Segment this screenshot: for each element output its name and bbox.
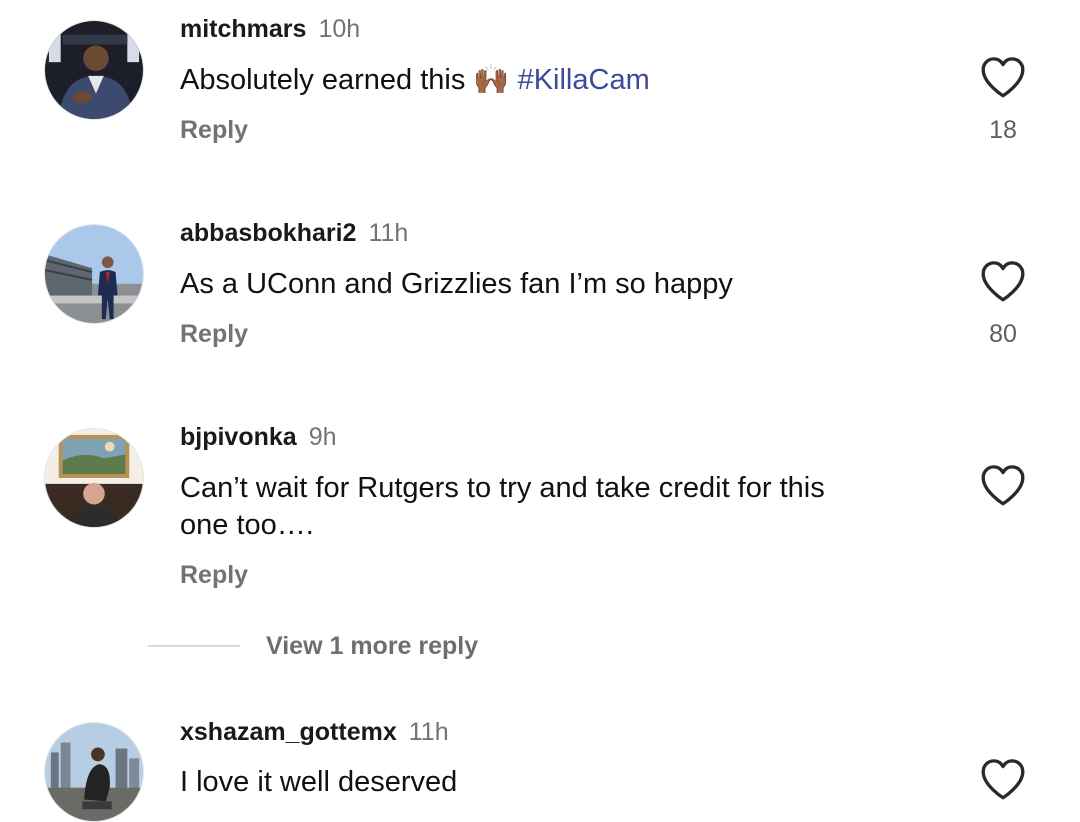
avatar[interactable]: [44, 722, 144, 822]
hashtag-link[interactable]: #KillaCam: [518, 64, 650, 96]
avatar-man-at-stadium-icon: [45, 225, 143, 323]
comment-line: Can’t wait for Rutgers to try and take c…: [180, 472, 825, 504]
comment-text: Can’t wait for Rutgers to try and take c…: [180, 470, 900, 544]
heart-icon: [981, 465, 1025, 506]
like-count: 80: [989, 320, 1017, 348]
comment-text: Absolutely earned this 🙌🏾 #KillaCam: [180, 62, 900, 99]
heart-icon: [981, 261, 1025, 302]
view-more-replies-button[interactable]: View 1 more reply: [148, 628, 478, 664]
comment-meta: xshazam_gottemx 11h: [180, 717, 449, 747]
like-button[interactable]: [978, 462, 1028, 508]
timestamp: 11h: [368, 219, 409, 247]
username[interactable]: bjpivonka: [180, 423, 297, 451]
heart-icon: [981, 759, 1025, 800]
avatar[interactable]: [44, 428, 144, 528]
comment-line: one too….: [180, 509, 314, 541]
reply-button[interactable]: Reply: [180, 116, 248, 145]
like-button[interactable]: [978, 54, 1028, 100]
username[interactable]: abbasbokhari2: [180, 219, 356, 247]
comment-body: Absolutely earned this 🙌🏾: [180, 64, 510, 96]
comment-meta: mitchmars 10h: [180, 14, 360, 44]
thread-divider: [148, 645, 240, 647]
avatar[interactable]: [44, 224, 144, 324]
comment-text: I love it well deserved: [180, 766, 458, 798]
avatar-man-in-suit-icon: [45, 21, 143, 119]
avatar[interactable]: [44, 20, 144, 120]
avatar-man-with-painting-icon: [45, 429, 143, 527]
timestamp: 9h: [308, 423, 337, 451]
like-count: 18: [989, 116, 1017, 144]
reply-button[interactable]: Reply: [180, 320, 248, 349]
timestamp: 10h: [318, 15, 361, 43]
username[interactable]: xshazam_gottemx: [180, 718, 397, 746]
like-button[interactable]: [978, 258, 1028, 304]
like-button[interactable]: [978, 756, 1028, 802]
comment-meta: abbasbokhari2 11h: [180, 218, 408, 248]
comment-meta: bjpivonka 9h: [180, 422, 337, 452]
timestamp: 11h: [408, 718, 449, 746]
username[interactable]: mitchmars: [180, 15, 306, 43]
heart-icon: [981, 57, 1025, 98]
comment-text: As a UConn and Grizzlies fan I’m so happ…: [180, 268, 733, 300]
view-more-label: View 1 more reply: [266, 631, 479, 660]
reply-button[interactable]: Reply: [180, 561, 248, 590]
avatar-man-crouching-city-icon: [45, 723, 143, 821]
